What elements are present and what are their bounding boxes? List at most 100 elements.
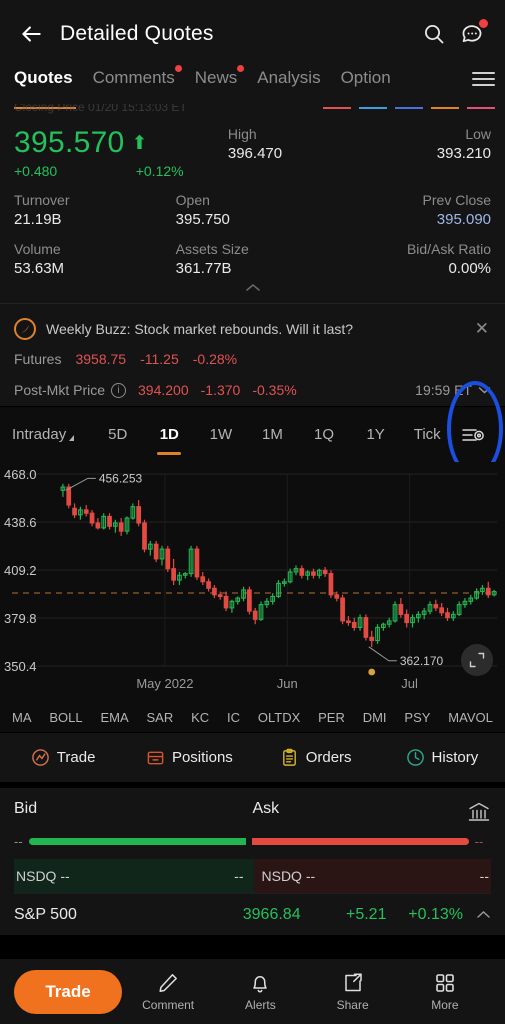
futures-row[interactable]: Futures 3958.75 -11.25 -0.28%	[14, 344, 491, 374]
timeframe-tick[interactable]: Tick	[401, 426, 453, 443]
ask-venue-row[interactable]: NSDQ -- --	[253, 859, 491, 893]
collapse-quote-button[interactable]	[14, 283, 491, 295]
indicator-ma[interactable]: MA	[12, 710, 32, 725]
candlestick	[491, 589, 497, 597]
candlestick	[89, 509, 95, 527]
candlestick	[281, 578, 287, 587]
candlestick	[223, 591, 229, 612]
exchange-depth-button[interactable]	[467, 800, 491, 829]
nav-alerts[interactable]: Alerts	[214, 971, 306, 1012]
action-trade[interactable]: Trade	[0, 748, 126, 767]
bid-label: Bid	[14, 800, 38, 817]
indicator-sar[interactable]: SAR	[147, 710, 174, 725]
futures-change: -11.25	[140, 351, 179, 367]
info-icon[interactable]: i	[111, 382, 127, 398]
index-summary-row[interactable]: S&P 500 3966.84 +5.21 +0.13%	[14, 893, 491, 935]
candlestick	[427, 601, 433, 615]
stat-value: 396.470	[227, 145, 283, 162]
timeframe-label: 1Y	[366, 426, 385, 443]
index-change-percent: +0.13%	[408, 905, 463, 923]
action-positions[interactable]: Positions	[126, 748, 252, 767]
indicator-kc[interactable]: KC	[191, 710, 209, 725]
chart-y-tick: 468.0	[4, 467, 37, 482]
chart-low-annotation: 362.170	[400, 654, 444, 668]
stat-label: Low	[465, 126, 491, 142]
candlestick	[357, 614, 363, 631]
chart-y-tick: 438.6	[4, 515, 37, 530]
post-market-time: 19:59 ET	[415, 382, 472, 398]
back-button[interactable]	[14, 17, 48, 51]
timeframe-intraday[interactable]: Intraday	[12, 426, 92, 443]
chart-x-tick: Jun	[277, 676, 298, 691]
indicator-per[interactable]: PER	[318, 710, 345, 725]
indicator-dmi[interactable]: DMI	[363, 710, 387, 725]
tab-quotes[interactable]: Quotes	[14, 68, 73, 88]
bid-venue-size: --	[234, 868, 244, 884]
legend-swatch	[467, 107, 495, 109]
candlestick	[316, 568, 322, 579]
search-icon	[425, 25, 444, 44]
post-market-change: -1.370	[200, 382, 241, 398]
nav-share[interactable]: Share	[307, 971, 399, 1012]
futures-value: 3958.75	[75, 351, 127, 367]
chart-y-tick: 409.2	[4, 563, 37, 578]
nav-label: Alerts	[245, 998, 276, 1012]
candlestick	[171, 558, 176, 586]
action-history[interactable]: History	[379, 748, 505, 767]
timeframe-1d[interactable]: 1D	[144, 426, 196, 443]
timeframe-1y[interactable]: 1Y	[350, 426, 402, 443]
candlestick	[200, 571, 206, 586]
candlestick	[165, 545, 171, 572]
candlestick	[60, 483, 66, 497]
search-button[interactable]	[415, 15, 453, 53]
tab-option[interactable]: Option	[341, 68, 391, 88]
timeframe-1w[interactable]: 1W	[195, 426, 247, 443]
stat-value: 0.00%	[448, 260, 492, 277]
legend-swatch	[323, 107, 351, 109]
stat-prev-close: Prev Close 395.090	[333, 192, 491, 228]
nav-more[interactable]: More	[399, 971, 491, 1012]
candlestick	[118, 518, 124, 537]
trade-button[interactable]: Trade	[14, 969, 122, 1014]
timeframe-5d[interactable]: 5D	[92, 426, 144, 443]
indicator-ic[interactable]: IC	[227, 710, 240, 725]
candlestick	[392, 601, 398, 623]
timeframe-1q[interactable]: 1Q	[298, 426, 350, 443]
post-market-time-group[interactable]: 19:59 ET	[415, 382, 491, 398]
tab-comments[interactable]: Comments	[93, 65, 182, 88]
tabs-overflow-button[interactable]	[469, 68, 495, 90]
candlestick	[241, 586, 246, 602]
index-collapse-button[interactable]	[463, 908, 491, 922]
indicator-psy[interactable]: PSY	[404, 710, 430, 725]
close-icon[interactable]: ✕	[473, 319, 491, 339]
page-title: Detailed Quotes	[60, 22, 214, 45]
price-chart[interactable]: 468.0 438.6 409.2 379.8 350.4 May 2022 Jun Jul 4…	[0, 462, 505, 702]
candlestick	[136, 500, 142, 527]
futures-change-percent: -0.28%	[192, 351, 238, 367]
candlestick	[188, 545, 194, 577]
tab-news[interactable]: News	[195, 65, 245, 88]
action-orders[interactable]: Orders	[253, 748, 379, 767]
tab-analysis[interactable]: Analysis	[257, 68, 320, 88]
weekly-buzz-banner[interactable]: Weekly Buzz: Stock market rebounds. Will…	[14, 314, 491, 344]
chat-button[interactable]	[453, 15, 491, 53]
price-change: +0.480	[14, 163, 58, 179]
candlestick	[375, 624, 380, 644]
fullscreen-button[interactable]	[461, 644, 493, 676]
stat-value: 53.63M	[14, 260, 65, 277]
candlestick	[95, 518, 101, 530]
candlestick-chart-svg: 468.0 438.6 409.2 379.8 350.4 May 2022 Jun Jul 4…	[4, 467, 497, 691]
indicator-ema[interactable]: EMA	[100, 710, 128, 725]
candlestick	[369, 630, 375, 648]
candlestick	[212, 585, 217, 599]
indicator-oltdx[interactable]: OLTDX	[258, 710, 300, 725]
nav-comment[interactable]: Comment	[122, 971, 214, 1012]
timeframe-1m[interactable]: 1M	[247, 426, 299, 443]
bid-venue-row[interactable]: NSDQ -- --	[14, 859, 254, 893]
indicator-mavol[interactable]: MAVOL	[448, 710, 493, 725]
indicator-boll[interactable]: BOLL	[49, 710, 82, 725]
candlestick	[410, 614, 415, 628]
bank-icon	[468, 802, 490, 821]
chart-settings-button[interactable]	[453, 425, 493, 445]
post-market-row[interactable]: Post-Mkt Price i 394.200 -1.370 -0.35% 1…	[14, 374, 491, 406]
